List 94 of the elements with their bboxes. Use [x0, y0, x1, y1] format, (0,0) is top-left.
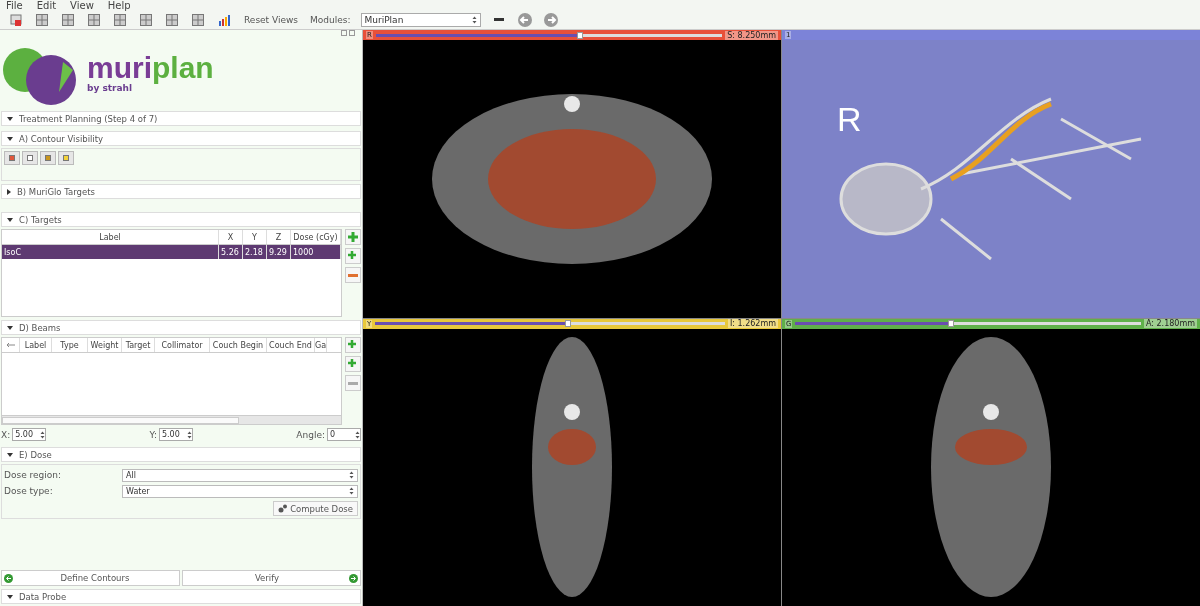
- column-header[interactable]: Weight: [88, 338, 122, 352]
- remove-button[interactable]: [345, 267, 361, 283]
- back-arrow-icon: [4, 573, 13, 583]
- slider-fill[interactable]: [795, 322, 951, 325]
- column-header[interactable]: Ga: [315, 338, 327, 352]
- column-header[interactable]: Y: [243, 230, 267, 244]
- slider-thumb[interactable]: [947, 320, 954, 327]
- section-header[interactable]: E) Dose: [1, 447, 361, 462]
- minus-icon: [348, 273, 358, 277]
- slice-offset: S: 8.250mm: [725, 30, 778, 40]
- horizontal-scrollbar[interactable]: [2, 415, 341, 424]
- add-button[interactable]: [345, 229, 361, 245]
- menu-item[interactable]: Help: [107, 1, 131, 11]
- spin-arrows-icon[interactable]: [349, 487, 354, 495]
- column-header[interactable]: Collimator: [155, 338, 210, 352]
- plus-icon: [348, 359, 358, 369]
- back-button[interactable]: [516, 12, 533, 28]
- number-field[interactable]: 0: [327, 428, 361, 441]
- section-header[interactable]: Treatment Planning (Step 4 of 7): [1, 111, 361, 126]
- section-header[interactable]: Data Probe: [1, 589, 361, 604]
- field-label: Y:: [149, 429, 157, 440]
- layout-icon: [166, 14, 178, 26]
- slice-slider[interactable]: [795, 322, 1141, 325]
- slice-slider[interactable]: [375, 33, 723, 37]
- menu-item[interactable]: File: [6, 1, 23, 11]
- slider-thumb[interactable]: [577, 31, 584, 39]
- sort-icon[interactable]: [6, 343, 15, 347]
- add-button[interactable]: [345, 356, 361, 372]
- layout-icon: [88, 14, 100, 26]
- plus-icon: [348, 232, 358, 242]
- add-button[interactable]: [345, 248, 361, 264]
- number-field[interactable]: 5.00: [158, 428, 193, 441]
- table-row[interactable]: IsoC 5.26 2.18 9.29 1000: [2, 245, 341, 259]
- layout-icon: [62, 14, 74, 26]
- section-header[interactable]: A) Contour Visibility: [1, 131, 361, 146]
- contour-toggle[interactable]: [4, 151, 20, 165]
- minus-icon: [348, 381, 358, 385]
- section-header[interactable]: D) Beams: [1, 320, 361, 335]
- orientation-label: R: [837, 100, 862, 139]
- verify-button[interactable]: Verify: [182, 570, 361, 586]
- section-header[interactable]: B) MuriGlo Targets: [1, 184, 361, 199]
- field-label: Angle:: [296, 429, 325, 440]
- forward-button[interactable]: [542, 12, 559, 28]
- load-data-icon: [9, 13, 23, 27]
- module-dropdown[interactable]: MuriPlan: [360, 13, 481, 27]
- column-header[interactable]: Label: [2, 230, 219, 244]
- plus-icon: [348, 340, 358, 350]
- layout-icon: [36, 14, 48, 26]
- spin-arrows-icon[interactable]: [349, 471, 354, 479]
- compute-dose-button[interactable]: Compute Dose: [273, 501, 358, 516]
- plus-icon: [348, 251, 358, 261]
- field-label: Dose type:: [4, 486, 54, 496]
- column-header[interactable]: Type: [52, 338, 88, 352]
- logo-byline: by strahl: [87, 83, 134, 93]
- column-header[interactable]: X: [219, 230, 243, 244]
- remove-button[interactable]: [345, 375, 361, 391]
- column-header[interactable]: Label: [20, 338, 52, 352]
- slice-offset: I: 1.262mm: [727, 319, 778, 328]
- contour-toggle[interactable]: [22, 151, 38, 165]
- minus-icon: [493, 18, 504, 22]
- spin-arrows-icon[interactable]: [186, 430, 192, 439]
- field-label: Dose region:: [4, 470, 63, 480]
- spin-arrows-icon[interactable]: [471, 16, 477, 24]
- spin-arrows-icon[interactable]: [355, 430, 360, 439]
- dropdown[interactable]: Water: [122, 484, 358, 498]
- menu-item[interactable]: Edit: [36, 1, 57, 11]
- define-contours-button[interactable]: Define Contours: [1, 570, 180, 586]
- column-header[interactable]: Z: [267, 230, 291, 244]
- slice-offset: A: 2.180mm: [1143, 319, 1197, 328]
- bar-chart-icon: [218, 14, 230, 26]
- modules-label: Modules:: [310, 15, 351, 25]
- number-field[interactable]: 5.00: [12, 428, 47, 441]
- column-header[interactable]: Target: [122, 338, 155, 352]
- layout-icon: [192, 14, 204, 26]
- contour-toggle[interactable]: [40, 151, 56, 165]
- layout-icon: [114, 14, 126, 26]
- slice-slider[interactable]: [375, 322, 725, 325]
- column-header[interactable]: Couch Begin: [210, 338, 267, 352]
- reset-views-button[interactable]: Reset Views: [242, 15, 301, 25]
- slider-fill[interactable]: [375, 322, 568, 325]
- toolbar-button[interactable]: [216, 12, 232, 28]
- column-header[interactable]: Dose (cGy): [291, 230, 341, 244]
- layout-icon: [140, 14, 152, 26]
- menu-item[interactable]: View: [70, 1, 94, 11]
- contour-toggle[interactable]: [58, 151, 74, 165]
- spin-arrows-icon[interactable]: [40, 430, 46, 439]
- forward-arrow-icon: [349, 573, 358, 583]
- slider-thumb[interactable]: [564, 320, 571, 327]
- field-label: X:: [1, 429, 11, 440]
- add-button[interactable]: [345, 337, 361, 353]
- column-header[interactable]: Couch End: [267, 338, 315, 352]
- section-header[interactable]: C) Targets: [1, 212, 361, 227]
- dropdown[interactable]: All: [122, 468, 358, 482]
- logo-wordmark: muriplan: [87, 53, 214, 83]
